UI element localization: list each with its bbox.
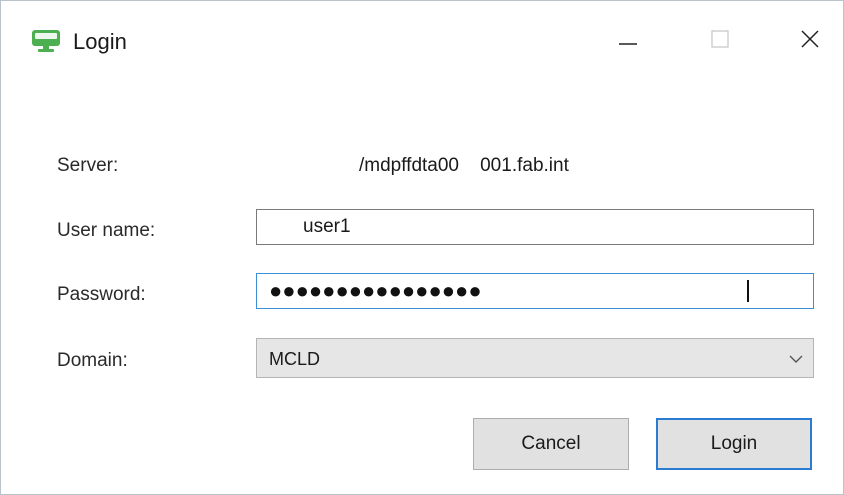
maximize-button[interactable] — [698, 21, 742, 61]
domain-selected-value: MCLD — [269, 349, 321, 369]
username-label: User name: — [57, 220, 156, 241]
domain-label: Domain: — [57, 350, 128, 371]
close-button[interactable] — [788, 21, 832, 61]
close-icon — [799, 28, 821, 55]
password-mask: ●●●●●●●●●●●●●●●● — [269, 278, 482, 303]
monitor-icon — [31, 29, 61, 53]
password-field[interactable]: ●●●●●●●●●●●●●●●● — [256, 273, 814, 309]
chevron-down-icon — [787, 350, 805, 368]
maximize-icon — [709, 28, 731, 55]
server-label: Server: — [57, 155, 119, 176]
server-value: /mdpffdta00 001.fab.int — [359, 155, 569, 176]
title-bar: Login — [1, 1, 843, 81]
domain-select[interactable]: MCLD — [256, 338, 814, 378]
login-dialog: Login Server: /mdpffdta00 001.fab.int Us… — [0, 0, 844, 495]
username-field-box — [256, 209, 814, 245]
cancel-button[interactable]: Cancel — [473, 418, 629, 470]
username-field[interactable] — [257, 210, 813, 244]
password-label: Password: — [57, 284, 146, 305]
window-title: Login — [73, 29, 127, 54]
minimize-button[interactable] — [606, 21, 650, 61]
login-button[interactable]: Login — [656, 418, 812, 470]
minimize-icon — [617, 28, 639, 55]
text-caret — [747, 280, 749, 302]
